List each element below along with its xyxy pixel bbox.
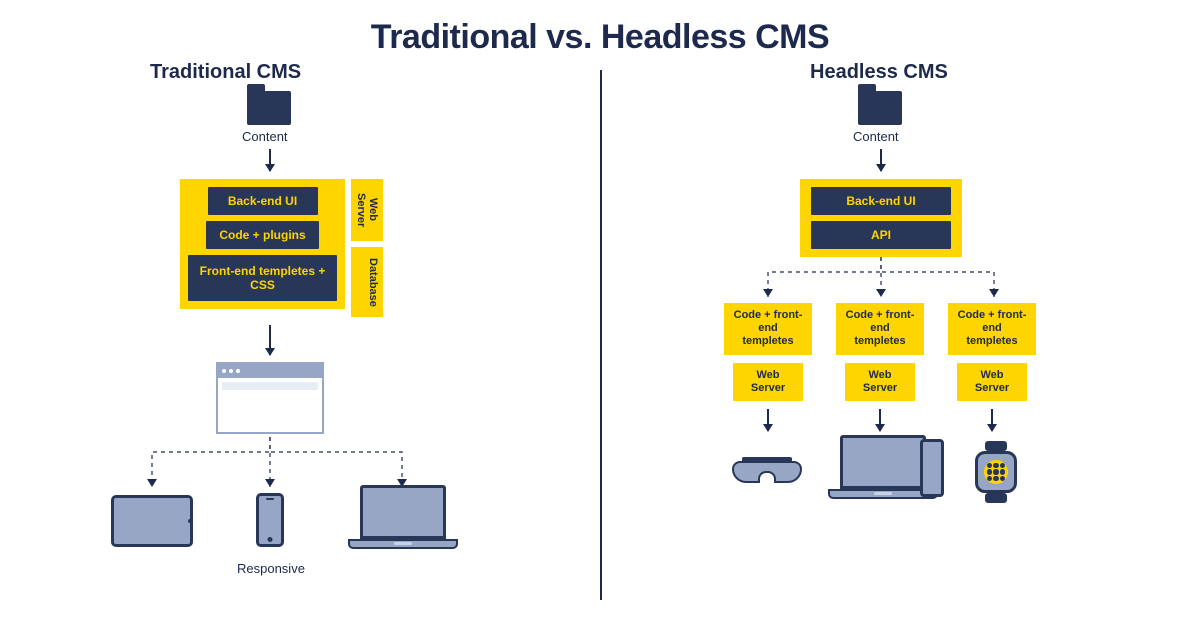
smartwatch-icon — [972, 441, 1020, 503]
content-label: Content — [242, 129, 288, 144]
content-label: Content — [853, 129, 899, 144]
arrow-icon — [879, 409, 881, 431]
folder-icon — [858, 91, 902, 125]
arrow-icon — [880, 149, 882, 171]
folder-icon — [247, 91, 291, 125]
channel-bottom: Web Server — [845, 363, 915, 401]
arrow-icon — [269, 149, 271, 171]
channel-top: Code + front-end templetes — [948, 303, 1036, 355]
channel-top: Code + front-end templetes — [724, 303, 812, 355]
page-title: Traditional vs. Headless CMS — [0, 0, 1200, 57]
left-subtitle: Traditional CMS — [150, 61, 301, 84]
arrow-icon — [767, 409, 769, 431]
phone-icon — [920, 439, 944, 497]
chip-api: API — [811, 221, 951, 249]
label-database: Database — [351, 247, 383, 317]
arrow-icon — [991, 409, 993, 431]
right-subtitle: Headless CMS — [810, 61, 948, 84]
chip-backend-ui: Back-end UI — [811, 187, 951, 215]
laptop-icon — [348, 485, 458, 555]
chip-code-plugins: Code + plugins — [206, 221, 318, 249]
arrow-icon — [269, 325, 271, 355]
channel-bottom: Web Server — [733, 363, 803, 401]
right-column: Headless CMS Content Back-end UI API C — [600, 57, 1200, 617]
phone-icon — [256, 493, 284, 547]
left-column: Traditional CMS Content Back-end UI Code… — [0, 57, 600, 617]
tablet-icon — [111, 495, 193, 547]
traditional-server-box: Back-end UI Code + plugins Front-end tem… — [180, 179, 345, 309]
chip-frontend-css: Front-end templetes + CSS — [188, 255, 337, 301]
responsive-label: Responsive — [237, 561, 305, 576]
label-web-server: Web Server — [351, 179, 383, 241]
connectors — [0, 57, 600, 617]
browser-window-icon — [216, 362, 324, 434]
headless-server-box: Back-end UI API — [800, 179, 962, 257]
chip-backend-ui: Back-end UI — [208, 187, 318, 215]
channel-top: Code + front-end templetes — [836, 303, 924, 355]
channel-bottom: Web Server — [957, 363, 1027, 401]
vr-headset-icon — [732, 457, 802, 487]
